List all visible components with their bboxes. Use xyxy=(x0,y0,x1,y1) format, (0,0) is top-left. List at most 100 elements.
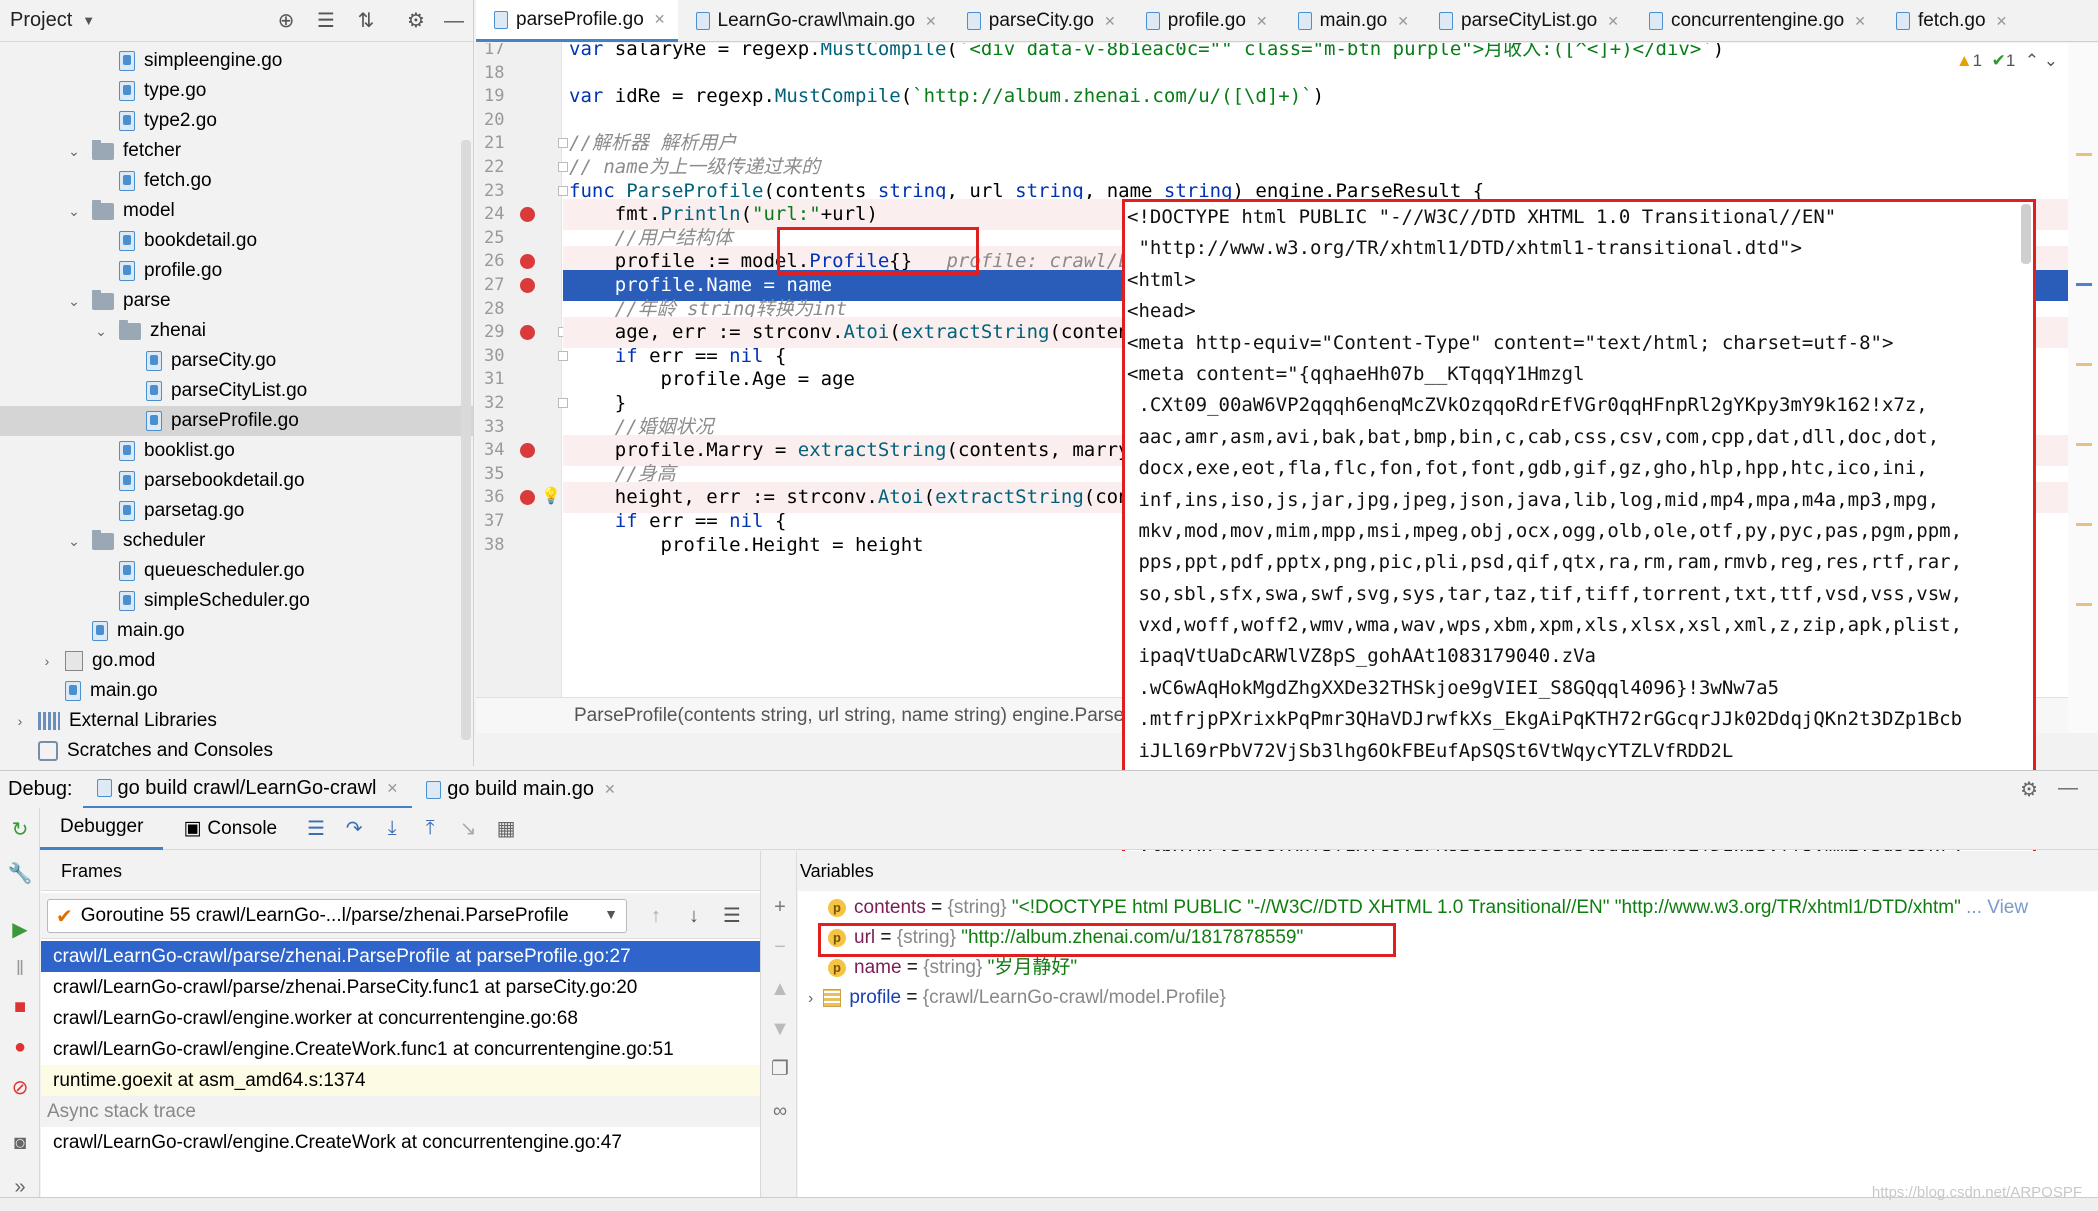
marker[interactable] xyxy=(2076,153,2092,156)
tab-debugger[interactable]: Debugger xyxy=(40,808,164,850)
tree-item[interactable]: main.go xyxy=(0,616,473,646)
minimize-icon[interactable]: — xyxy=(442,9,466,33)
stack-frame[interactable]: crawl/LearnGo-crawl/engine.worker at con… xyxy=(41,1003,760,1034)
chevron-down-icon[interactable]: ⌄ xyxy=(66,533,82,550)
tree-item[interactable]: ⌄ zhenai xyxy=(0,316,473,346)
marker[interactable] xyxy=(2076,443,2092,446)
editor-tab[interactable]: fetch.go ✕ xyxy=(1878,0,2019,42)
collapse-all-icon[interactable]: ⇅ xyxy=(354,9,378,33)
step-into-icon[interactable]: ⤓ xyxy=(377,814,407,844)
tree-item[interactable]: ⌄ scheduler xyxy=(0,526,473,556)
tree-item[interactable]: profile.go xyxy=(0,256,473,286)
lightbulb-icon[interactable]: 💡 xyxy=(541,480,561,511)
add-watch-icon[interactable]: + xyxy=(768,895,792,919)
glasses-icon[interactable]: ∞ xyxy=(768,1099,792,1123)
tree-item[interactable]: simpleengine.go xyxy=(0,46,473,76)
editor-tab[interactable]: parseCityList.go ✕ xyxy=(1421,0,1631,42)
copy-icon[interactable]: ❐ xyxy=(768,1057,792,1081)
close-icon[interactable]: ✕ xyxy=(1996,13,2008,30)
tree-item[interactable]: parseCityList.go xyxy=(0,376,473,406)
chevron-down-icon[interactable]: ⌄ xyxy=(93,323,109,340)
close-icon[interactable]: ✕ xyxy=(1854,13,1866,30)
step-over-icon[interactable]: ↷ xyxy=(339,814,369,844)
step-out-icon[interactable]: ⤒ xyxy=(415,814,445,844)
resume-icon[interactable]: ▶ xyxy=(7,916,33,942)
editor-tab[interactable]: LearnGo-crawl\main.go ✕ xyxy=(678,0,949,42)
stack-frame[interactable]: crawl/LearnGo-crawl/parse/zhenai.ParsePr… xyxy=(41,941,760,972)
gear-icon[interactable]: ⚙ xyxy=(2020,777,2038,802)
tree-item[interactable]: ⌄ fetcher xyxy=(0,136,473,166)
inspection-widget[interactable]: ▲1 ✔1 ⌃ ⌄ xyxy=(1956,51,2058,71)
tree-item[interactable]: › External Libraries xyxy=(0,706,473,736)
tree-item[interactable]: fetch.go xyxy=(0,166,473,196)
breakpoint-icon[interactable] xyxy=(520,490,535,505)
tree-item[interactable]: ⌄ parse xyxy=(0,286,473,316)
view-link[interactable]: ... View xyxy=(1966,897,2028,918)
debug-session-tab[interactable]: go build main.go ✕ xyxy=(412,771,630,809)
breakpoint-icon[interactable] xyxy=(520,278,535,293)
chevron-down-icon[interactable]: ⌄ xyxy=(2044,51,2058,70)
stack-frame[interactable]: crawl/LearnGo-crawl/parse/zhenai.ParseCi… xyxy=(41,972,760,1003)
arrow-down-icon[interactable]: ↓ xyxy=(679,901,709,931)
tree-item[interactable]: parsebookdetail.go xyxy=(0,466,473,496)
editor-marker-strip[interactable] xyxy=(2068,43,2098,733)
tree-item[interactable]: parsetag.go xyxy=(0,496,473,526)
chevron-down-icon[interactable]: ⌄ xyxy=(66,203,82,220)
tree-item[interactable]: queuescheduler.go xyxy=(0,556,473,586)
marker[interactable] xyxy=(2076,283,2092,286)
locate-icon[interactable]: ⊕ xyxy=(274,9,298,33)
mute-breakpoints-icon[interactable]: ⊘ xyxy=(7,1074,33,1100)
breakpoint-icon[interactable] xyxy=(520,325,535,340)
close-icon[interactable]: ✕ xyxy=(604,781,616,798)
variable-row[interactable]: p name = {string} "岁月静好" xyxy=(828,953,1077,983)
menu-icon[interactable]: ☰ xyxy=(301,814,331,844)
tree-item[interactable]: simpleScheduler.go xyxy=(0,586,473,616)
rerun-icon[interactable]: ↻ xyxy=(7,816,33,842)
remove-watch-icon[interactable]: − xyxy=(768,935,792,959)
chevron-down-icon[interactable]: ⌄ xyxy=(66,293,82,310)
wrench-icon[interactable]: 🔧 xyxy=(7,860,33,886)
tree-item[interactable]: type.go xyxy=(0,76,473,106)
editor-tab[interactable]: concurrentengine.go ✕ xyxy=(1631,0,1878,42)
marker[interactable] xyxy=(2076,603,2092,606)
tree-scrollbar[interactable] xyxy=(461,140,471,740)
chevron-down-icon[interactable]: ▼ xyxy=(82,13,95,28)
breakpoint-icon[interactable] xyxy=(520,207,535,222)
tab-console[interactable]: ▣ Console xyxy=(163,808,297,850)
chevron-right-icon[interactable]: › xyxy=(39,653,55,669)
close-icon[interactable]: ✕ xyxy=(1397,13,1409,30)
chevron-right-icon[interactable]: › xyxy=(12,713,28,729)
chevron-down-icon[interactable]: ⌄ xyxy=(66,143,82,160)
pause-icon[interactable]: ‖ xyxy=(7,956,33,982)
marker[interactable] xyxy=(2076,523,2092,526)
camera-icon[interactable]: ◙ xyxy=(7,1130,33,1156)
editor-tab[interactable]: parseProfile.go ✕ xyxy=(476,0,678,42)
run-to-cursor-icon[interactable]: ↘ xyxy=(453,814,483,844)
stop-icon[interactable]: ■ xyxy=(7,994,33,1020)
debug-session-tab[interactable]: go build crawl/LearnGo-crawl ✕ xyxy=(82,771,413,809)
chevron-up-icon[interactable]: ⌃ xyxy=(2025,51,2039,70)
variable-row[interactable]: p contents = {string} "<!DOCTYPE html PUB… xyxy=(828,893,2028,923)
project-title[interactable]: Project xyxy=(10,9,72,32)
expand-all-icon[interactable]: ☰ xyxy=(314,9,338,33)
close-icon[interactable]: ✕ xyxy=(654,11,666,28)
breakpoint-icon[interactable] xyxy=(520,254,535,269)
chevron-right-icon[interactable]: › xyxy=(808,990,813,1007)
close-icon[interactable]: ✕ xyxy=(1104,13,1116,30)
editor-tab[interactable]: parseCity.go ✕ xyxy=(949,0,1128,42)
evaluate-icon[interactable]: ▦ xyxy=(491,814,521,844)
marker[interactable] xyxy=(2076,363,2092,366)
close-icon[interactable]: ✕ xyxy=(1607,13,1619,30)
minimize-icon[interactable]: — xyxy=(2058,777,2078,800)
popup-scrollbar[interactable] xyxy=(2021,204,2031,264)
stack-frame[interactable]: runtime.goexit at asm_amd64.s:1374 xyxy=(41,1065,760,1096)
tree-item[interactable]: Scratches and Consoles xyxy=(0,736,473,766)
tree-item[interactable]: › go.mod xyxy=(0,646,473,676)
tree-item[interactable]: main.go xyxy=(0,676,473,706)
tree-item[interactable]: parseProfile.go xyxy=(0,406,473,436)
goroutine-select[interactable]: ✔ Goroutine 55 crawl/LearnGo-...l/parse/… xyxy=(47,899,627,933)
editor-gutter[interactable]: 17 18 19 20 21 22 23 24 25 26 27 28 29 30 31 32 33 34 35 36… xyxy=(476,43,568,733)
tree-item[interactable]: type2.go xyxy=(0,106,473,136)
filter-icon[interactable]: ☰ xyxy=(717,901,747,931)
move-up-icon[interactable]: ▲ xyxy=(768,977,792,1001)
